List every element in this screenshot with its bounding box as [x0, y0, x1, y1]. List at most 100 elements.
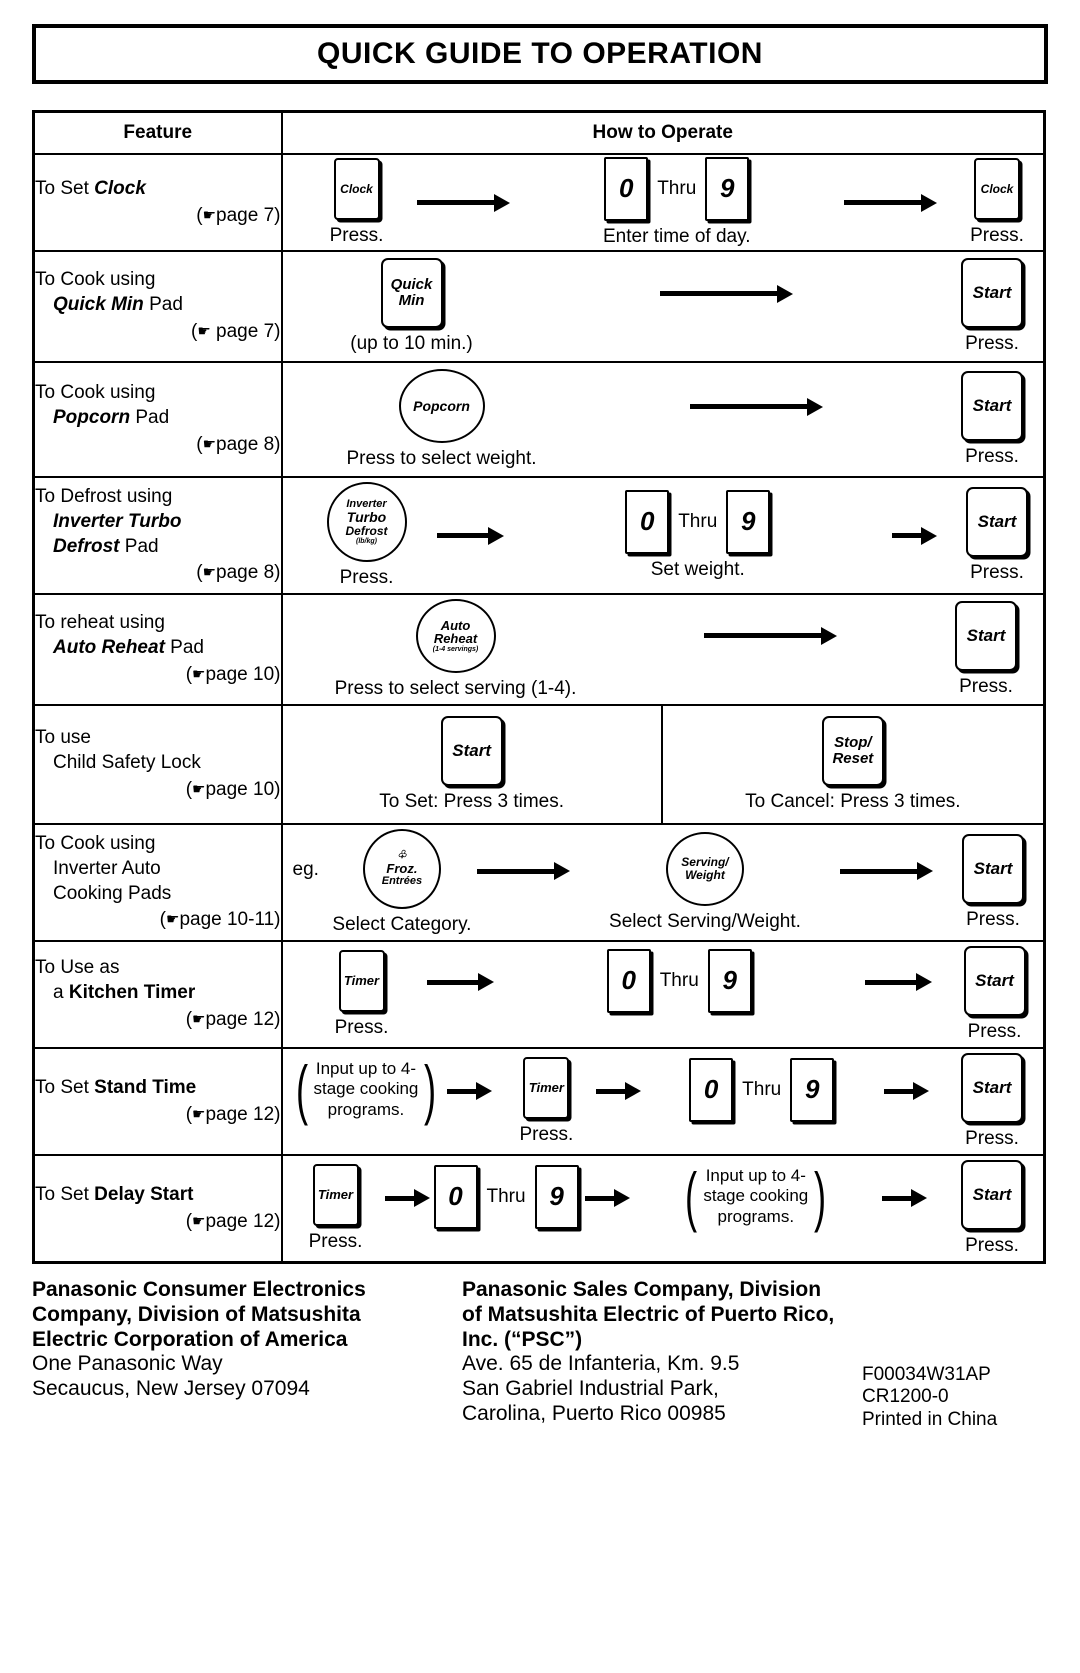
start-pad-button[interactable]: Start: [440, 716, 503, 786]
feature-line: To reheat using: [35, 612, 165, 634]
arrow-right-icon: [690, 397, 824, 416]
footer-line: Ave. 65 de Infanteria, Km. 9.5: [462, 1352, 740, 1376]
steps-defrost: Inverter Turbo Defrost (lb/kg) Press. 0 …: [280, 476, 1046, 595]
feature-stand-time: To Set Stand Time (☛page 12): [32, 1047, 283, 1156]
table-row: To Use as a Kitchen Timer (☛page 12) Tim…: [32, 940, 1046, 1049]
start-pad-button[interactable]: Start: [966, 487, 1028, 557]
arrow-right-icon: [384, 1189, 430, 1207]
start-pad-button[interactable]: Start: [961, 1160, 1023, 1230]
page-reference: (☛page 8): [196, 562, 281, 584]
timer-pad-button[interactable]: Timer: [312, 1164, 359, 1226]
start-pad-button[interactable]: Start: [961, 258, 1023, 328]
clock-pad-button[interactable]: Clock: [974, 158, 1020, 220]
step-caption: Press.: [965, 446, 1019, 467]
feature-text: To Set: [35, 1076, 95, 1098]
popcorn-pad-button[interactable]: Popcorn: [398, 369, 485, 443]
page-reference: (☛page 10-11): [159, 909, 281, 931]
auto-reheat-pad-button[interactable]: Auto Reheat (1-4 servings): [415, 599, 496, 673]
step-caption: Press.: [959, 676, 1013, 697]
arrow-right-icon: [840, 862, 933, 880]
start-pad-button[interactable]: Start: [961, 371, 1023, 441]
serving-weight-pad-button[interactable]: Serving/ Weight: [665, 832, 744, 906]
frozen-entrees-pad-button[interactable]: ♧ Froz. Entrées: [362, 829, 441, 909]
pad-label-line1: Auto: [440, 617, 471, 633]
steps-inverter-auto-cooking: eg. ♧ Froz. Entrées Select Category. Ser…: [280, 823, 1046, 942]
step-caption: Press.: [519, 1124, 574, 1145]
header-feature: Feature: [32, 110, 283, 155]
page-reference: (☛page 10): [185, 778, 281, 800]
revision-code: CR1200-0: [862, 1386, 949, 1408]
feature-delay-start: To Set Delay Start (☛page 12): [32, 1154, 283, 1264]
page-reference-text: page 8: [216, 562, 275, 584]
digit-9-pad[interactable]: 9: [726, 490, 771, 554]
arrow-right-icon: [584, 1189, 630, 1207]
pad-label-line1: Stop/: [834, 734, 872, 752]
clock-pad-button[interactable]: Clock: [333, 158, 380, 220]
document-code: F00034W31AP: [862, 1364, 991, 1385]
digit-9-pad[interactable]: 9: [707, 948, 752, 1013]
table-row: To Cook using Inverter Auto Cooking Pads…: [32, 823, 1046, 942]
arrow-right-icon: [476, 862, 570, 880]
quick-min-pad-button[interactable]: Quick Min: [380, 258, 443, 328]
feature-text: To Set: [35, 1183, 95, 1205]
page-reference: (☛page 10): [185, 663, 281, 685]
start-pad-button[interactable]: Start: [955, 601, 1017, 671]
digit-0-pad[interactable]: 0: [433, 1164, 478, 1229]
note-line3: programs.: [327, 1099, 405, 1119]
arrow-right-icon: [660, 284, 794, 303]
arrow-right-icon: [844, 193, 937, 212]
stop-reset-pad-button[interactable]: Stop/ Reset: [821, 716, 884, 786]
arrow-right-icon: [596, 1082, 642, 1100]
arrow-right-icon: [416, 193, 510, 212]
page-title: QUICK GUIDE TO OPERATION: [317, 37, 763, 70]
feature-kitchen-timer: To Use as a Kitchen Timer (☛page 12): [32, 940, 283, 1049]
table-row: To use Child Safety Lock (☛page 10) Star…: [32, 704, 1046, 825]
thru-label: Thru: [657, 178, 697, 199]
note-line2: stage cooking: [703, 1186, 809, 1206]
digit-0-pad[interactable]: 0: [689, 1057, 734, 1122]
inverter-turbo-defrost-pad-button[interactable]: Inverter Turbo Defrost (lb/kg): [326, 482, 407, 562]
digit-9-pad[interactable]: 9: [790, 1057, 835, 1122]
feature-defrost: To Defrost using Inverter Turbo Defrost …: [32, 476, 283, 595]
digit-9-pad[interactable]: 9: [534, 1164, 579, 1229]
step-caption: Press.: [965, 333, 1019, 354]
start-pad-button[interactable]: Start: [961, 1053, 1023, 1123]
timer-pad-button[interactable]: Timer: [338, 950, 385, 1012]
feature-set-clock: To Set Clock (☛page 7): [32, 153, 283, 252]
timer-pad-button[interactable]: Timer: [523, 1057, 570, 1119]
pointer-icon: ☛: [192, 1105, 206, 1123]
step-caption: Press.: [965, 1235, 1019, 1256]
arrow-right-icon: [436, 526, 504, 545]
feature-line: Inverter Auto: [53, 857, 161, 879]
page-reference-text: page 10: [205, 663, 275, 685]
feature-emphasis: Stand Time: [94, 1076, 197, 1098]
steps-child-safety-lock: Start To Set: Press 3 times. Stop/ Reset…: [280, 704, 1046, 825]
feature-text: a: [53, 982, 69, 1004]
step-caption: (up to 10 min.): [350, 333, 473, 354]
pointer-icon: ☛: [192, 665, 206, 683]
digit-9-pad[interactable]: 9: [705, 157, 750, 221]
pad-label-line2: Min: [398, 292, 425, 309]
start-pad-button[interactable]: Start: [963, 946, 1026, 1016]
feature-text: Pad: [119, 535, 159, 557]
start-pad-button[interactable]: Start: [962, 834, 1024, 904]
page-reference-text: page 7: [216, 320, 275, 342]
steps-set-clock: Clock Press. 0 Thru 9 Enter time of day.: [280, 153, 1046, 252]
pointer-icon: ☛: [165, 911, 180, 929]
multi-stage-note: ( Input up to 4- stage cooking programs.…: [291, 1056, 442, 1144]
digit-0-pad[interactable]: 0: [606, 948, 651, 1013]
feature-auto-reheat: To reheat using Auto Reheat Pad (☛page 1…: [32, 593, 283, 706]
page-reference-text: page 12: [205, 1008, 275, 1030]
pad-label-sub: (lb/kg): [356, 537, 377, 545]
footer-line: One Panasonic Way: [32, 1352, 223, 1376]
step-caption: Press.: [334, 1017, 389, 1038]
feature-emphasis: Delay Start: [94, 1183, 194, 1205]
pad-label-line1: Quick: [390, 276, 433, 294]
digit-0-pad[interactable]: 0: [604, 157, 649, 221]
footer-line: Carolina, Puerto Rico 00985: [462, 1401, 726, 1425]
step-caption: Press.: [339, 567, 394, 588]
feature-emphasis: Inverter Turbo: [53, 510, 182, 532]
digit-0-pad[interactable]: 0: [625, 490, 670, 554]
feature-line: To Cook using: [35, 382, 156, 404]
pointer-icon: ☛: [202, 564, 217, 582]
